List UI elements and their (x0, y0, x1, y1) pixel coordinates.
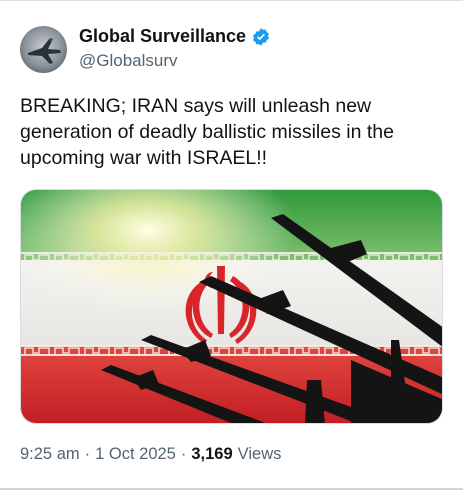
tweet-card: Global Surveillance @Globalsurv BREAKING… (0, 0, 463, 490)
tweet-time[interactable]: 9:25 am (20, 445, 80, 464)
profile-avatar[interactable] (20, 26, 67, 73)
iran-flag-missiles-image (21, 190, 442, 423)
author-handle[interactable]: @Globalsurv (79, 51, 178, 71)
views-count: 3,169 (191, 445, 233, 463)
views-label: Views (237, 445, 282, 463)
meta-separator: · (84, 445, 91, 463)
tweet-date[interactable]: 1 Oct 2025 (95, 445, 176, 464)
author-display-name[interactable]: Global Surveillance (79, 26, 246, 47)
tweet-text: BREAKING; IRAN says will unleash new gen… (20, 95, 394, 169)
meta-separator: · (180, 445, 187, 463)
tweet-media-image[interactable] (20, 189, 443, 424)
fighter-jet-icon (28, 38, 61, 64)
tweet-meta: 9:25 am · 1 Oct 2025 · 3,169 Views (20, 445, 281, 464)
author-name-row: Global Surveillance (79, 26, 271, 47)
verified-badge-icon (253, 27, 269, 46)
